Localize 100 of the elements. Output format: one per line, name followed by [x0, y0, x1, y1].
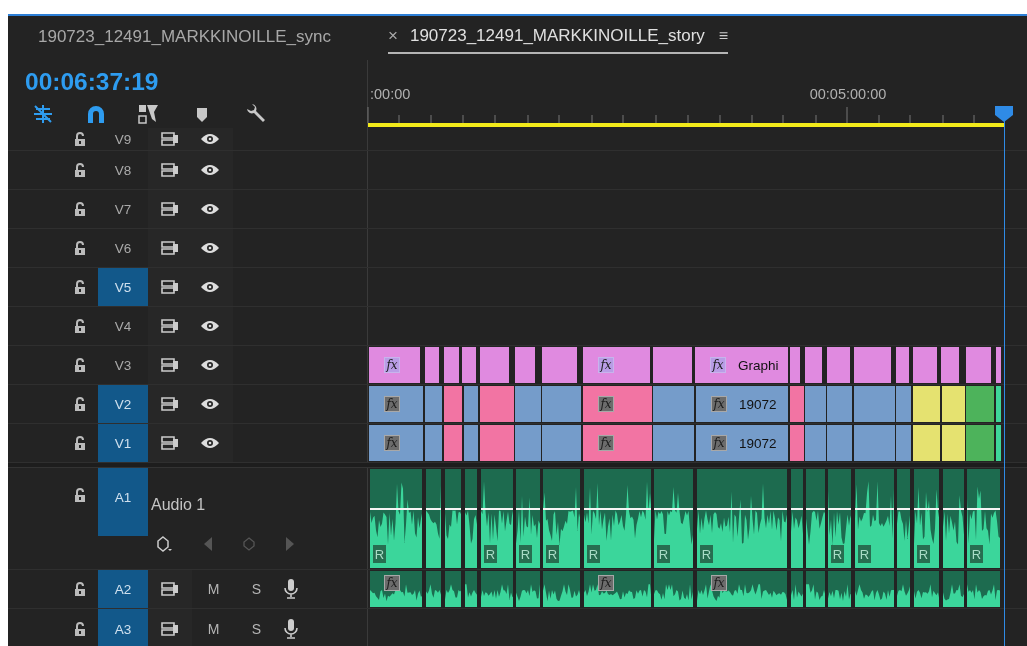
eye-icon[interactable]	[200, 281, 220, 293]
audio-clip[interactable]: R	[516, 469, 540, 568]
sync-lock-icon[interactable]	[161, 280, 179, 294]
tab-label[interactable]: 190723_12491_MARKKINOILLE_sync	[38, 27, 331, 47]
video-clip[interactable]	[996, 347, 1001, 383]
track-target-button[interactable]: A3	[98, 609, 148, 646]
video-clip[interactable]	[425, 386, 442, 422]
video-clip[interactable]	[653, 386, 694, 422]
audio-clip[interactable]	[806, 469, 825, 568]
video-clip[interactable]	[827, 425, 852, 461]
video-clip[interactable]	[966, 425, 994, 461]
track-target-button[interactable]: V1	[98, 424, 148, 462]
audio-clip[interactable]: R	[914, 469, 939, 568]
video-clip[interactable]	[827, 386, 852, 422]
video-clip[interactable]	[790, 425, 804, 461]
sync-lock-icon[interactable]	[161, 397, 179, 411]
lock-icon[interactable]	[74, 622, 86, 636]
video-clip[interactable]: fx	[583, 386, 652, 422]
video-clip[interactable]	[805, 425, 826, 461]
eye-icon[interactable]	[200, 164, 220, 176]
close-button[interactable]: ×	[388, 26, 398, 46]
lock-icon[interactable]	[74, 358, 86, 372]
video-clip[interactable]: fx Graphi	[695, 347, 788, 383]
video-clip[interactable]	[790, 386, 804, 422]
lock-icon[interactable]	[74, 280, 86, 294]
track-target-button[interactable]: V6	[98, 229, 148, 267]
audio-clip[interactable]	[426, 469, 441, 568]
video-clip[interactable]	[542, 386, 581, 422]
sequence-tab[interactable]: × 190723_12491_MARKKINOILLE_story ≡	[388, 22, 729, 54]
video-clip[interactable]	[913, 425, 940, 461]
microphone-icon[interactable]	[284, 579, 298, 599]
audio-clip[interactable]	[828, 571, 851, 607]
lock-icon[interactable]	[74, 436, 86, 450]
video-clip[interactable]	[996, 386, 1001, 422]
audio-clip[interactable]	[465, 469, 477, 568]
video-clip[interactable]	[425, 425, 442, 461]
audio-clip[interactable]: R	[543, 469, 580, 568]
audio-clip[interactable]	[943, 571, 964, 607]
video-clip[interactable]	[827, 347, 850, 383]
video-clip[interactable]	[942, 425, 965, 461]
eye-icon[interactable]	[200, 320, 220, 332]
video-clip[interactable]	[480, 425, 514, 461]
audio-clip[interactable]: R	[697, 469, 787, 568]
video-clip[interactable]	[444, 347, 459, 383]
eye-icon[interactable]	[200, 242, 220, 254]
insert-icon[interactable]	[137, 104, 160, 124]
video-clip[interactable]	[464, 425, 478, 461]
video-clip[interactable]	[913, 347, 937, 383]
video-clip[interactable]: fx	[583, 425, 652, 461]
audio-clip[interactable]	[897, 571, 910, 607]
video-clip[interactable]	[896, 347, 909, 383]
audio-clip[interactable]	[445, 571, 461, 607]
previous-keyframe-icon[interactable]	[203, 537, 213, 551]
eye-icon[interactable]	[200, 398, 220, 410]
audio-clip[interactable]: R	[855, 469, 894, 568]
video-clip[interactable]	[653, 347, 692, 383]
audio-clip[interactable]	[967, 571, 1000, 607]
video-clip[interactable]	[653, 425, 694, 461]
video-clip[interactable]: fx	[583, 347, 650, 383]
mute-button[interactable]: M	[192, 621, 235, 637]
track-target-button[interactable]: A1	[98, 468, 148, 536]
video-clip[interactable]	[854, 425, 895, 461]
sync-lock-icon[interactable]	[161, 202, 179, 216]
eye-icon[interactable]	[200, 133, 220, 145]
audio-clip[interactable]: fx	[370, 571, 422, 607]
video-clip[interactable]	[996, 425, 1001, 461]
timecode[interactable]: 00:06:37:19	[8, 68, 367, 96]
audio-clip[interactable]: R	[967, 469, 1000, 568]
track-target-button[interactable]: V9	[98, 128, 148, 150]
sync-lock-icon[interactable]	[161, 582, 179, 596]
video-clip[interactable]	[462, 347, 476, 383]
sync-lock-icon[interactable]	[161, 319, 179, 333]
video-clip[interactable]	[425, 347, 439, 383]
track-target-button[interactable]: V2	[98, 385, 148, 423]
video-clip[interactable]	[805, 386, 826, 422]
video-clip[interactable]	[896, 425, 911, 461]
lock-icon[interactable]	[74, 132, 86, 146]
sync-lock-icon[interactable]	[161, 163, 179, 177]
audio-clip[interactable]	[465, 571, 477, 607]
audio-clip[interactable]: R	[481, 469, 513, 568]
nest-icon[interactable]	[31, 104, 54, 124]
audio-clip[interactable]: R	[828, 469, 851, 568]
eye-icon[interactable]	[200, 203, 220, 215]
video-clip[interactable]	[515, 386, 541, 422]
sync-lock-icon[interactable]	[161, 358, 179, 372]
video-clip[interactable]	[542, 425, 581, 461]
sync-lock-icon[interactable]	[161, 132, 179, 146]
audio-clip[interactable]: fx	[584, 571, 651, 607]
track-target-button[interactable]: V5	[98, 268, 148, 306]
audio-clip[interactable]	[897, 469, 910, 568]
video-clip[interactable]	[966, 347, 991, 383]
video-clip[interactable]	[966, 386, 994, 422]
lock-icon[interactable]	[74, 397, 86, 411]
keyframe-menu-icon[interactable]	[157, 536, 173, 552]
audio-clip[interactable]: R	[654, 469, 693, 568]
video-clip[interactable]: fx	[369, 425, 423, 461]
eye-icon[interactable]	[200, 359, 220, 371]
audio-clip[interactable]	[516, 571, 540, 607]
video-clip[interactable]	[854, 386, 895, 422]
video-clip[interactable]	[464, 386, 478, 422]
